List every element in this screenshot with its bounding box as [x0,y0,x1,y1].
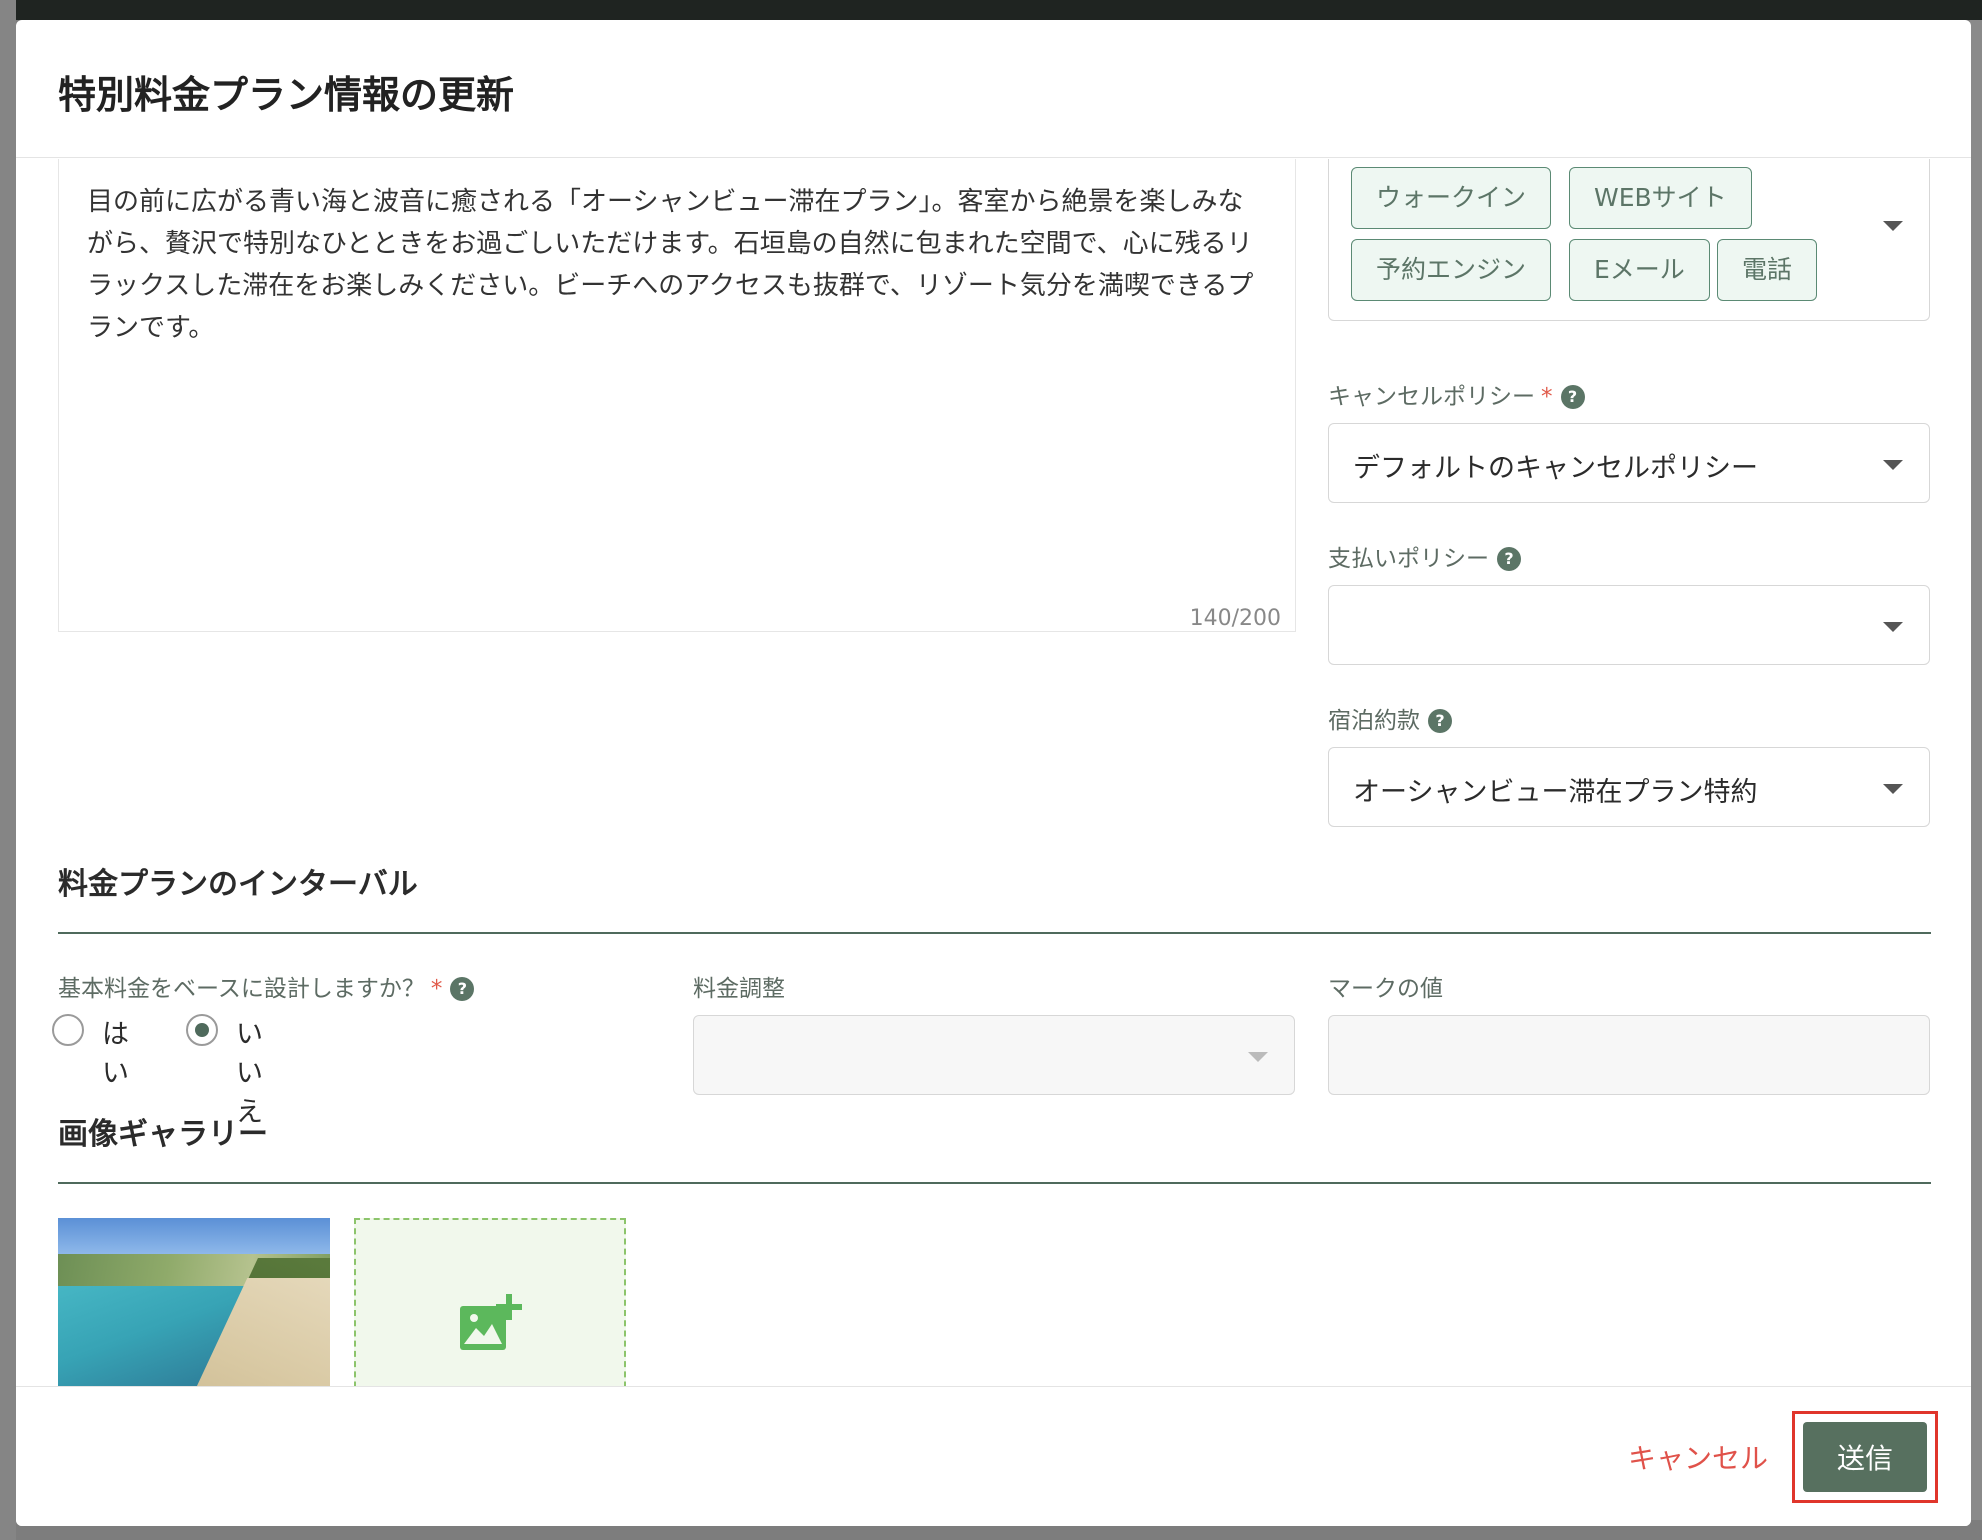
submit-button[interactable]: 送信 [1803,1422,1927,1492]
required-mark: * [1541,384,1553,410]
chevron-down-icon [1883,784,1903,794]
rate-adjust-select [693,1015,1295,1095]
radio-yes[interactable] [52,1014,84,1046]
radio-yes-label[interactable]: はい [102,1012,129,1090]
channel-chip-phone[interactable]: 電話 [1717,239,1818,301]
gallery-image[interactable] [58,1218,330,1386]
cancel-policy-select[interactable]: デフォルトのキャンセルポリシー [1328,423,1930,503]
channel-chip-email[interactable]: Eメール [1569,239,1710,301]
cancel-button[interactable]: キャンセル [1628,1437,1768,1477]
terms-select[interactable]: オーシャンビュー滞在プラン特約 [1328,747,1930,827]
channel-chip-booking-engine[interactable]: 予約エンジン [1351,239,1552,301]
cancel-policy-label: キャンセルポリシー *? [1328,377,1585,411]
payment-policy-label-text: 支払いポリシー [1328,546,1489,572]
update-plan-modal: 特別料金プラン情報の更新 目の前に広がる青い海と波音に癒される「オーシャンビュー… [16,20,1971,1526]
cancel-policy-value: デフォルトのキャンセルポリシー [1353,453,1758,484]
terms-value: オーシャンビュー滞在プラン特約 [1353,777,1758,808]
help-icon[interactable]: ? [1428,709,1452,733]
channel-chip-web[interactable]: WEBサイト [1569,167,1752,229]
help-icon[interactable]: ? [1497,547,1521,571]
terms-label: 宿泊約款? [1328,701,1452,735]
payment-policy-select[interactable] [1328,585,1930,665]
description-text: 目の前に広がる青い海と波音に癒される「オーシャンビュー滞在プラン」。客室から絶景… [87,187,1254,343]
cancel-policy-label-text: キャンセルポリシー [1328,384,1535,410]
description-counter: 140/200 [1189,606,1281,631]
help-icon[interactable]: ? [1560,385,1585,409]
modal-title: 特別料金プラン情報の更新 [58,73,515,117]
chevron-down-icon [1883,622,1903,632]
radio-no[interactable] [186,1014,218,1046]
channel-chip-walkin[interactable]: ウォークイン [1351,167,1552,229]
required-mark: * [430,976,443,1002]
base-rate-question: 基本料金をベースに設計しますか？ *? [58,969,475,1003]
description-textarea[interactable]: 目の前に広がる青い海と波音に癒される「オーシャンビュー滞在プラン」。客室から絶景… [58,159,1296,632]
terms-label-text: 宿泊約款 [1328,708,1420,734]
submit-highlight: 送信 [1792,1411,1938,1503]
add-photo-icon [460,1294,522,1350]
help-icon[interactable]: ? [450,977,475,1001]
base-rate-question-text: 基本料金をベースに設計しますか？ [58,976,425,1002]
mark-value-label: マークの値 [1328,976,1443,1002]
chevron-down-icon[interactable] [1883,221,1903,231]
channels-multiselect[interactable]: ウォークイン WEBサイト 予約エンジン Eメール 電話 [1328,159,1930,321]
payment-policy-label: 支払いポリシー? [1328,539,1521,573]
background-app-right [1970,20,1982,1520]
section-divider [58,932,1931,934]
gallery-section-title: 画像ギャラリー [58,1117,268,1152]
interval-section-title: 料金プランのインターバル [58,867,418,902]
chevron-down-icon [1883,460,1903,470]
add-image-button[interactable] [354,1218,626,1386]
modal-footer: キャンセル 送信 [16,1386,1971,1526]
mark-value-input [1328,1015,1930,1095]
background-app-left [0,0,16,1540]
background-app-bar [0,0,1982,20]
rate-adjust-label: 料金調整 [693,976,785,1002]
modal-header: 特別料金プラン情報の更新 [16,20,1971,158]
section-divider [58,1182,1931,1184]
modal-body[interactable]: 目の前に広がる青い海と波音に癒される「オーシャンビュー滞在プラン」。客室から絶景… [16,159,1971,1386]
chevron-down-icon [1248,1052,1268,1062]
